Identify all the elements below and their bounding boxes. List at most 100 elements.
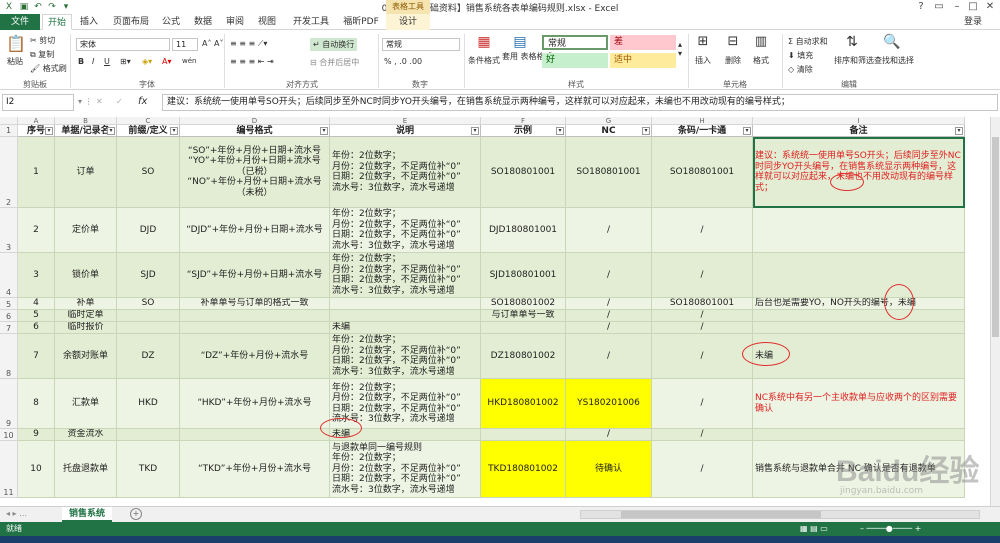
copy-button[interactable]: ⧉ 复制 <box>30 49 54 60</box>
save-icon[interactable]: ▣ <box>18 1 30 13</box>
style-bad[interactable]: 差 <box>610 35 676 50</box>
column-letter-b[interactable]: B <box>55 117 117 125</box>
column-letter-d[interactable]: D <box>180 117 330 125</box>
redo-icon[interactable]: ↷ <box>46 1 58 13</box>
cell-c-4[interactable]: SJD <box>117 253 180 298</box>
paste-button[interactable]: 粘贴 <box>7 56 23 67</box>
column-letter-a[interactable]: A <box>18 117 55 125</box>
cell-e-8[interactable]: 年份：2位数字； 月份：2位数字，不足两位补“0” 日期：2位数字，不足两位补“… <box>330 334 481 379</box>
cell-c-9[interactable]: HKD <box>117 379 180 429</box>
cell-h-11[interactable]: / <box>652 441 753 498</box>
h-scroll-thumb[interactable] <box>621 511 821 518</box>
cell-d-3[interactable]: “DJD”+年份+月份+日期+流水号 <box>180 208 330 253</box>
insert-function-button[interactable]: fx <box>138 96 147 107</box>
style-neutral[interactable]: 适中 <box>610 53 676 68</box>
cell-c-8[interactable]: DZ <box>117 334 180 379</box>
column-letter-f[interactable]: F <box>481 117 566 125</box>
view-buttons-icon[interactable]: ▦ ▤ ▭ <box>800 522 828 536</box>
cell-b-10[interactable]: 资金流水 <box>55 429 117 441</box>
enter-icon[interactable]: ✓ <box>116 97 123 106</box>
undo-icon[interactable]: ↶ <box>32 1 44 13</box>
insert-cells-icon[interactable]: ⊞ <box>694 34 712 49</box>
number-format-select[interactable]: 常规 <box>382 38 460 51</box>
filter-dropdown-icon[interactable]: ▾ <box>556 127 564 135</box>
cell-f-6[interactable]: 与订单单号一致 <box>481 310 566 322</box>
italic-button[interactable]: I <box>92 57 94 66</box>
cell-g-5[interactable]: / <box>566 298 652 310</box>
sheet-nav-icons[interactable]: ◂ ▸ … <box>6 509 27 518</box>
sheet-tab-sales[interactable]: 销售系统 <box>62 507 112 522</box>
row-header[interactable]: 2 <box>0 137 18 208</box>
delete-cells-icon[interactable]: ⊟ <box>724 34 742 49</box>
cell-c-6[interactable] <box>117 310 180 322</box>
tab-review[interactable]: 审阅 <box>222 14 248 30</box>
header-cell-d[interactable]: 编号格式 ▾ <box>180 125 330 137</box>
cell-f-2[interactable]: SO180801001 <box>481 137 566 208</box>
column-letter-g[interactable]: G <box>566 117 652 125</box>
tab-page-layout[interactable]: 页面布局 <box>108 14 154 30</box>
cell-h-4[interactable]: / <box>652 253 753 298</box>
fill-color-icon[interactable]: ◈▾ <box>142 57 152 66</box>
tab-file[interactable]: 文件 <box>0 14 40 30</box>
cut-button[interactable]: ✂ 剪切 <box>30 35 55 46</box>
cell-g-11[interactable]: 待确认 <box>566 441 652 498</box>
filter-dropdown-icon[interactable]: ▾ <box>320 127 328 135</box>
cell-h-6[interactable]: / <box>652 310 753 322</box>
cell-d-4[interactable]: “SJD”+年份+月份+日期+流水号 <box>180 253 330 298</box>
phonetic-button[interactable]: wén <box>182 57 196 65</box>
name-box-dropdown-icon[interactable]: ▾ ⋮ <box>78 97 93 106</box>
find-select-icon[interactable]: 🔍 <box>882 34 902 50</box>
cell-i-2[interactable]: 建议：系统统一使用单号SO开头；后续同步至外NC时同步YO开头编号，在销售系统显… <box>753 137 965 208</box>
cell-h-3[interactable]: / <box>652 208 753 253</box>
column-letter-c[interactable]: C <box>117 117 180 125</box>
cell-b-8[interactable]: 余额对账单 <box>55 334 117 379</box>
header-cell-g[interactable]: NC ▾ <box>566 125 652 137</box>
cell-d-7[interactable] <box>180 322 330 334</box>
cell-b-7[interactable]: 临时报价 <box>55 322 117 334</box>
cell-a-6[interactable]: 5 <box>18 310 55 322</box>
header-cell-b[interactable]: 单据/记录名 ▾ <box>55 125 117 137</box>
add-sheet-icon[interactable]: + <box>130 508 142 520</box>
filter-dropdown-icon[interactable]: ▾ <box>743 127 751 135</box>
help-icon[interactable]: ? <box>912 0 930 14</box>
cell-e-6[interactable] <box>330 310 481 322</box>
cell-a-9[interactable]: 8 <box>18 379 55 429</box>
row-header[interactable]: 6 <box>0 310 18 322</box>
cell-b-3[interactable]: 定价单 <box>55 208 117 253</box>
align-top-icons[interactable]: ≡ ≡ ≡ ⟋▾ <box>230 39 267 49</box>
cell-a-2[interactable]: 1 <box>18 137 55 208</box>
cell-f-4[interactable]: SJD180801001 <box>481 253 566 298</box>
underline-button[interactable]: U <box>104 57 110 66</box>
ribbon-display-icon[interactable]: ▭ <box>930 0 948 14</box>
conditional-format-icon[interactable]: ▦ <box>474 34 494 50</box>
cell-a-10[interactable]: 9 <box>18 429 55 441</box>
tab-data[interactable]: 数据 <box>190 14 216 30</box>
header-cell-e[interactable]: 说明 ▾ <box>330 125 481 137</box>
cell-b-9[interactable]: 汇款单 <box>55 379 117 429</box>
filter-dropdown-icon[interactable]: ▾ <box>471 127 479 135</box>
align-left-icons[interactable]: ≡ ≡ ≡ ⇤ ⇥ <box>230 57 274 66</box>
cell-g-8[interactable]: / <box>566 334 652 379</box>
cell-g-4[interactable]: / <box>566 253 652 298</box>
cell-c-11[interactable]: TKD <box>117 441 180 498</box>
cell-i-3[interactable] <box>753 208 965 253</box>
merge-center-button[interactable]: ⊟ 合并后居中 <box>310 57 359 68</box>
border-icon[interactable]: ⊞▾ <box>120 57 131 66</box>
conditional-format-button[interactable]: 条件格式 <box>468 55 500 66</box>
filter-dropdown-icon[interactable]: ▾ <box>170 127 178 135</box>
cell-d-6[interactable] <box>180 310 330 322</box>
header-cell-f[interactable]: 示例 ▾ <box>481 125 566 137</box>
tab-home[interactable]: 开始 <box>42 14 72 30</box>
cell-h-2[interactable]: SO180801001 <box>652 137 753 208</box>
cell-a-5[interactable]: 4 <box>18 298 55 310</box>
cell-i-9[interactable]: NC系统中有另一个主收款单与应收两个的区别需要确认 <box>753 379 965 429</box>
qat-menu-icon[interactable]: ▾ <box>60 1 72 13</box>
cell-c-10[interactable] <box>117 429 180 441</box>
cell-i-5[interactable]: 后台也是需要YO，NO开头的编号，未编 <box>753 298 965 310</box>
cell-e-2[interactable]: 年份：2位数字； 月份：2位数字，不足两位补“0” 日期：2位数字，不足两位补“… <box>330 137 481 208</box>
cell-b-4[interactable]: 锁价单 <box>55 253 117 298</box>
sort-filter-icon[interactable]: ⇅ <box>842 34 862 50</box>
header-cell-c[interactable]: 前缀/定义 ▾ <box>117 125 180 137</box>
cell-a-8[interactable]: 7 <box>18 334 55 379</box>
find-select-button[interactable]: 查找和选择 <box>874 55 914 66</box>
